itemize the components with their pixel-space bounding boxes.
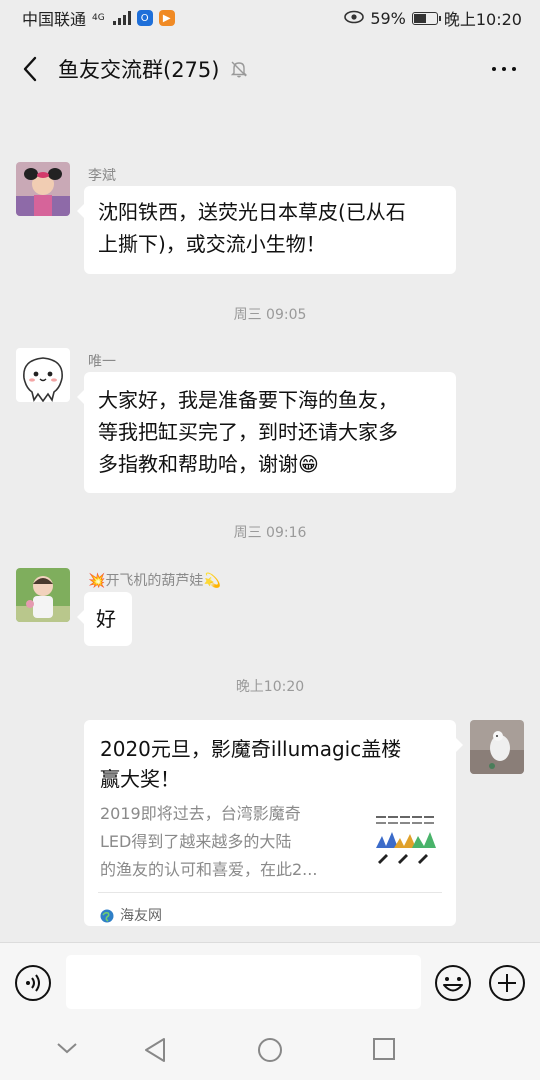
source-globe-icon (100, 909, 114, 923)
battery-percent: 59% (370, 8, 406, 28)
more-functions-button[interactable] (488, 964, 526, 1006)
voice-icon (15, 965, 51, 1001)
link-card-description: LED得到了越来越多的大陆 (100, 832, 292, 851)
nav-home-button[interactable] (257, 1037, 283, 1067)
avatar[interactable] (16, 348, 70, 402)
message-bubble[interactable]: 沈阳铁西，送荧光日本草皮(已从石 上撕下)，或交流小生物！ (77, 186, 456, 274)
my-avatar[interactable] (470, 720, 524, 774)
sender-name-row: 💥开飞机的葫芦娃💫 (88, 570, 221, 590)
nav-back-button[interactable] (143, 1037, 167, 1067)
home-circle-icon (258, 1038, 282, 1062)
link-card[interactable]: 2020元旦，影魔奇illumagic盖楼 赢大奖！ 2019即将过去，台湾影魔… (84, 720, 463, 926)
status-bar: 中国联通 4G O ▶ 59% 晚上10:20 (0, 0, 540, 36)
video-app-icon: ▶ (158, 10, 175, 26)
emoji-icon (435, 965, 471, 1001)
chevron-left-icon (23, 56, 37, 82)
more-options-button[interactable] (484, 49, 524, 89)
hide-keyboard-button[interactable] (56, 1040, 78, 1060)
system-nav-bar (0, 1022, 540, 1080)
message-text: 多指教和帮助哈，谢谢😁 (98, 452, 319, 476)
network-type: 4G (92, 12, 105, 23)
app-notification-icon: O (136, 10, 153, 26)
message-input[interactable] (66, 955, 421, 1009)
triangle-back-icon (145, 1038, 165, 1062)
sender-name: 开飞机的葫芦娃 (105, 573, 204, 589)
chevron-down-icon (57, 1043, 77, 1054)
more-dot (492, 67, 496, 71)
timestamp: 周三 09:16 (233, 525, 307, 541)
link-card-title: 赢大奖！ (100, 767, 180, 791)
muted-bell-icon (229, 59, 249, 79)
message-text: 沈阳铁西，送荧光日本草皮(已从石 (98, 200, 406, 224)
link-card-thumbnail (372, 802, 442, 872)
sender-name: 李斌 (88, 168, 116, 184)
message-text: 等我把缸买完了，到时还请大家多 (98, 420, 398, 444)
message-bubble[interactable]: 好 (77, 592, 132, 646)
signal-icon (112, 11, 131, 25)
more-dot (502, 67, 506, 71)
message-text: 大家好，我是准备要下海的鱼友， (98, 388, 398, 412)
battery-fill (413, 13, 426, 23)
chat-header: 鱼友交流群(275) (0, 36, 540, 102)
carrier-label: 中国联通 (22, 10, 87, 29)
message-text: 上撕下)，或交流小生物！ (98, 232, 326, 256)
eye-comfort-icon (344, 9, 365, 28)
nav-recents-button[interactable] (372, 1037, 396, 1065)
link-card-description: 2019即将过去，台湾影魔奇 (100, 804, 301, 823)
link-card-divider (98, 892, 442, 893)
link-card-source-name: 海友网 (120, 908, 162, 924)
emoji-button[interactable] (434, 964, 472, 1006)
timestamp: 晚上10:20 (235, 679, 305, 695)
message-text: 好 (96, 607, 116, 631)
link-card-description: 的渔友的认可和喜爱，在此2... (100, 860, 318, 879)
chat-title: 鱼友交流群(275) (58, 58, 220, 82)
message-bubble[interactable]: 大家好，我是准备要下海的鱼友， 等我把缸买完了，到时还请大家多 多指教和帮助哈，… (77, 372, 456, 493)
link-card-source: 海友网 (100, 900, 162, 932)
avatar[interactable] (16, 162, 70, 216)
message-list[interactable]: 李斌 沈阳铁西，送荧光日本草皮(已从石 上撕下)，或交流小生物！ 周三 09:0… (0, 102, 540, 942)
sender-name: 唯一 (88, 354, 116, 370)
avatar[interactable] (16, 568, 70, 622)
timestamp: 周三 09:05 (233, 307, 307, 323)
sender-prefix-emoji: 💥 (88, 573, 106, 589)
plus-icon (489, 965, 525, 1001)
sender-suffix-emoji: 💫 (203, 573, 221, 589)
clock: 晚上10:20 (443, 10, 522, 29)
square-recents-icon (373, 1038, 395, 1060)
battery-icon (411, 11, 441, 25)
link-card-title: 2020元旦，影魔奇illumagic盖楼 (100, 737, 402, 761)
more-dot (512, 67, 516, 71)
back-button[interactable] (16, 49, 44, 89)
input-bar (0, 942, 540, 1022)
voice-input-button[interactable] (14, 964, 52, 1006)
